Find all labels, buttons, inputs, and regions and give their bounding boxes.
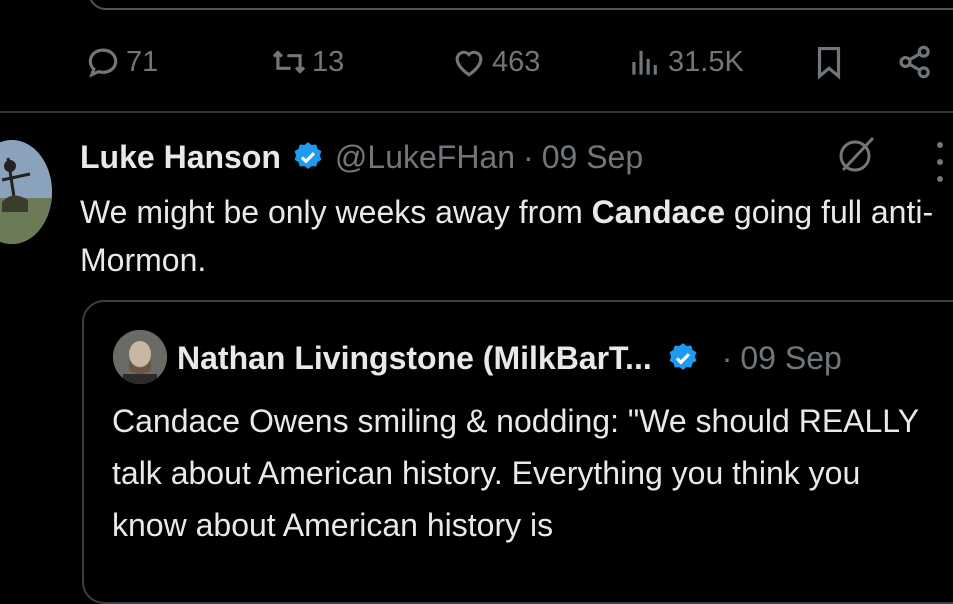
share-icon [899,45,930,79]
reply-button[interactable]: 71 [84,36,158,88]
verified-badge-icon[interactable] [666,341,700,375]
tweet-action-bar: 71 13 463 31.5K [0,36,953,88]
bookmark-icon [817,46,841,80]
grok-icon[interactable] [833,132,879,178]
verified-badge-icon[interactable] [291,140,325,174]
quoted-author-avatar[interactable] [113,330,167,384]
tweet-header: Luke Hanson @LukeFHan · 09 Sep [80,134,643,180]
divider [0,111,953,113]
tweet-date[interactable]: 09 Sep [542,139,643,176]
quoted-tweet-header: Nathan Livingstone (MilkBarT... · 09 Sep [177,334,842,382]
reply-icon [88,48,118,78]
repost-button[interactable]: 13 [270,36,344,88]
views-button[interactable]: 31.5K [626,36,744,88]
like-count: 463 [492,45,541,78]
views-icon [632,50,657,75]
views-count: 31.5K [668,45,744,78]
author-handle[interactable]: @LukeFHan [335,139,515,176]
separator-dot: · [523,138,534,175]
reply-count: 71 [126,45,159,78]
like-icon [455,50,483,77]
repost-count: 13 [312,45,345,78]
like-button[interactable]: 463 [450,36,540,88]
bookmark-button[interactable] [810,36,848,88]
quoted-author-name[interactable]: Nathan Livingstone (MilkBarT... [177,340,652,377]
highlight-keyword: Candace [591,194,725,230]
quoted-tweet-date[interactable]: 09 Sep [740,340,841,377]
avatar[interactable] [0,140,52,244]
author-name[interactable]: Luke Hanson [80,139,281,176]
tweet-text: We might be only weeks away from Candace… [80,194,934,278]
quoted-tweet-text: Candace Owens smiling & nodding: "We sho… [112,403,919,543]
separator-dot: · [721,339,733,376]
share-button[interactable] [896,36,934,88]
repost-icon [272,50,306,74]
previous-media-card[interactable] [88,0,953,10]
more-icon[interactable] [933,142,947,182]
